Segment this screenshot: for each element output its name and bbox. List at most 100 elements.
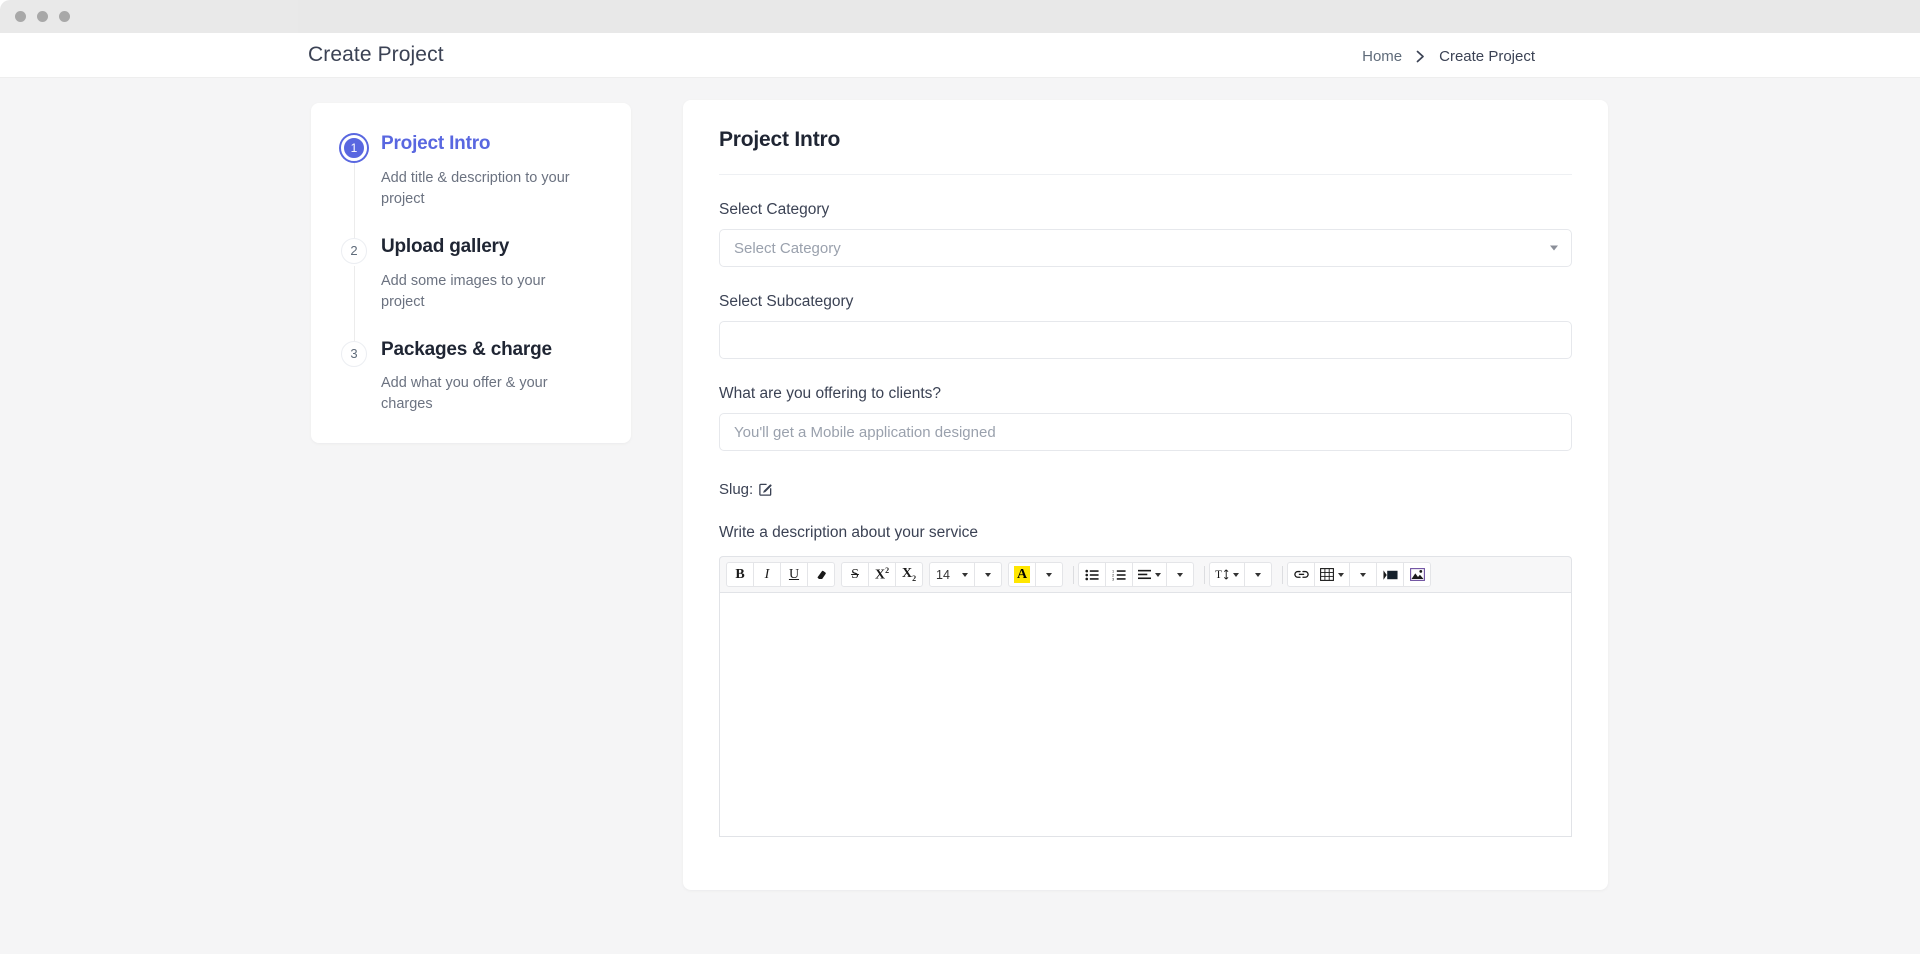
- rich-text-editor: B I U S X2 X2 14 A 1 2 3 T: [719, 556, 1572, 837]
- chevron-down-icon: [1360, 572, 1367, 577]
- label-select-category: Select Category: [719, 201, 830, 218]
- stepper-connector-line: [353, 163, 355, 240]
- toolbar-group-insert: [1287, 562, 1432, 587]
- stepper-item-packages-charge[interactable]: 3 Packages & charge Add what you offer &…: [341, 339, 605, 416]
- image-button[interactable]: [1403, 562, 1432, 587]
- stepper-marker-3: 3: [341, 340, 367, 367]
- line-height-icon: T: [1215, 568, 1230, 581]
- strikethrough-icon: S: [851, 566, 859, 582]
- toolbar-separator: [1282, 565, 1284, 584]
- italic-button[interactable]: I: [753, 562, 781, 587]
- app-header: Create Project Home Create Project: [0, 33, 1920, 78]
- bullet-list-button[interactable]: [1078, 562, 1107, 587]
- svg-text:3: 3: [1112, 577, 1114, 580]
- superscript-button[interactable]: X2: [868, 562, 896, 587]
- table-button[interactable]: [1314, 562, 1351, 587]
- image-icon: [1409, 568, 1425, 581]
- highlight-icon: A: [1014, 565, 1031, 584]
- label-offering: What are you offering to clients?: [719, 385, 942, 402]
- offering-input[interactable]: You'll get a Mobile application designed: [719, 413, 1572, 451]
- color-dropdown-button[interactable]: [1035, 562, 1064, 587]
- select-category-dropdown[interactable]: Select Category: [719, 229, 1572, 267]
- stepper-marker-1: 1: [341, 135, 367, 161]
- video-button[interactable]: [1376, 562, 1405, 587]
- chevron-down-icon: [1046, 572, 1053, 577]
- label-description: Write a description about your service: [719, 524, 979, 541]
- table-dropdown-button[interactable]: [1349, 562, 1378, 587]
- italic-icon: I: [764, 566, 770, 582]
- editor-toolbar: B I U S X2 X2 14 A 1 2 3 T: [719, 556, 1572, 592]
- field-select-subcategory: Select Subcategory: [719, 293, 1572, 359]
- stepper-desc-2: Add some images to your project: [381, 272, 546, 310]
- stepper-item-project-intro[interactable]: 1 Project Intro Add title & description …: [341, 133, 605, 240]
- align-dropdown-button[interactable]: [1166, 562, 1195, 587]
- numbered-list-icon: 1 2 3: [1112, 569, 1126, 581]
- chevron-down-icon: [1255, 572, 1262, 577]
- link-button[interactable]: [1287, 562, 1316, 587]
- line-height-dropdown-button[interactable]: [1244, 562, 1273, 587]
- slug-row: Slug:: [719, 481, 1572, 498]
- field-offering: What are you offering to clients? You'll…: [719, 385, 1572, 451]
- stepper-marker-2: 2: [341, 237, 367, 264]
- align-button[interactable]: [1132, 562, 1168, 587]
- window-traffic-lights: [15, 11, 70, 22]
- browser-chrome: [0, 0, 1920, 33]
- toolbar-separator: [1204, 565, 1206, 584]
- stepper-item-upload-gallery[interactable]: 2 Upload gallery Add some images to your…: [341, 235, 605, 343]
- chevron-down-icon: [1550, 245, 1558, 251]
- offering-placeholder: You'll get a Mobile application designed: [734, 423, 996, 441]
- toolbar-separator: [1073, 565, 1075, 584]
- font-size-select[interactable]: 14: [929, 562, 975, 587]
- toolbar-group-font-size: 14: [929, 562, 1002, 587]
- stepper-title-1: Project Intro: [381, 133, 491, 154]
- link-icon: [1293, 568, 1309, 581]
- align-left-icon: [1138, 569, 1152, 580]
- underline-button[interactable]: U: [780, 562, 808, 587]
- close-window-button[interactable]: [15, 11, 26, 22]
- underline-icon: U: [788, 566, 800, 582]
- eraser-icon: [815, 568, 828, 581]
- highlight-color-button[interactable]: A: [1008, 562, 1037, 587]
- bold-button[interactable]: B: [726, 562, 754, 587]
- stepper-desc-1: Add title & description to your project: [381, 169, 570, 207]
- video-icon: [1383, 569, 1398, 581]
- page-title: Create Project: [308, 43, 444, 66]
- chevron-down-icon: [1233, 572, 1240, 577]
- chevron-down-icon: [1155, 572, 1162, 577]
- toolbar-group-lists: 1 2 3: [1078, 562, 1195, 587]
- breadcrumb-current: Create Project: [1439, 48, 1535, 65]
- form-section-title: Project Intro: [719, 128, 841, 151]
- chevron-down-icon: [1177, 572, 1184, 577]
- select-subcategory-input[interactable]: [719, 321, 1572, 359]
- numbered-list-button[interactable]: 1 2 3: [1105, 562, 1134, 587]
- label-select-subcategory: Select Subcategory: [719, 293, 854, 310]
- editor-content-area[interactable]: [719, 592, 1572, 837]
- superscript-icon: X2: [874, 565, 890, 583]
- stepper-title-3: Packages & charge: [381, 338, 552, 360]
- stepper-desc-3: Add what you offer & your charges: [381, 375, 548, 413]
- stepper-title-2: Upload gallery: [381, 235, 510, 257]
- bold-icon: B: [735, 566, 745, 582]
- bullet-list-icon: [1085, 569, 1099, 581]
- subscript-button[interactable]: X2: [895, 562, 923, 587]
- maximize-window-button[interactable]: [59, 11, 70, 22]
- chevron-down-icon: [1338, 572, 1345, 577]
- font-size-dropdown-button[interactable]: [974, 562, 1002, 587]
- minimize-window-button[interactable]: [37, 11, 48, 22]
- stepper-connector-line: [353, 265, 355, 343]
- toolbar-group-format-extra: S X2 X2: [841, 562, 923, 587]
- chevron-down-icon: [962, 572, 968, 577]
- chevron-right-icon: [1415, 50, 1426, 63]
- project-intro-form-card: Project Intro Select Category Select Cat…: [683, 100, 1608, 890]
- breadcrumb-home-link[interactable]: Home: [1362, 48, 1402, 65]
- clear-format-button[interactable]: [807, 562, 835, 587]
- strikethrough-button[interactable]: S: [841, 562, 869, 587]
- toolbar-group-format-basic: B I U: [726, 562, 835, 587]
- edit-square-icon[interactable]: [758, 482, 773, 497]
- chevron-down-icon: [985, 572, 991, 577]
- form-divider: [719, 174, 1572, 175]
- line-height-button[interactable]: T: [1209, 562, 1246, 587]
- font-size-value: 14: [936, 567, 950, 582]
- toolbar-group-text-color: A: [1008, 562, 1064, 587]
- field-select-category: Select Category Select Category: [719, 201, 1572, 267]
